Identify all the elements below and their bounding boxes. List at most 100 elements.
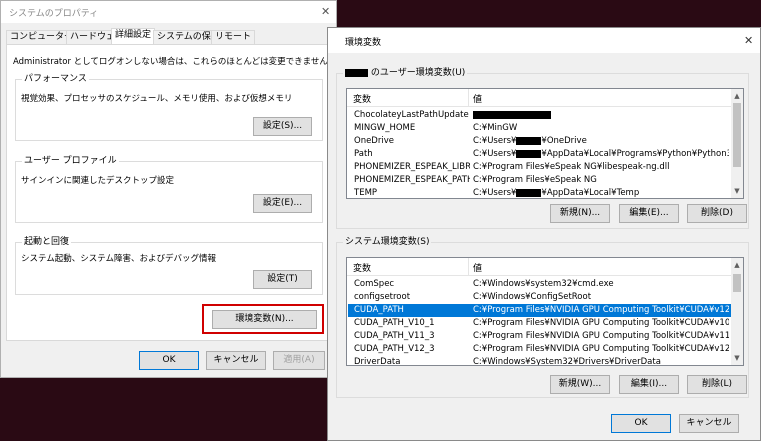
var-value: C:¥MinGW (473, 123, 518, 133)
system-edit-button[interactable]: 編集(I)... (619, 375, 679, 394)
performance-desc: 視覚効果、プロセッサのスケジュール、メモリ使用、および仮想メモリ (21, 94, 293, 104)
table-row[interactable]: CUDA_PATH_V11_3 C:¥Program Files¥NVIDIA G… (348, 330, 731, 343)
scroll-down-icon[interactable]: ▼ (731, 353, 743, 363)
list-header: 変数 値 (347, 258, 731, 276)
table-row[interactable]: TEMP C:¥Users¥ ¥AppData¥Local¥Temp (348, 187, 731, 198)
table-row[interactable]: CUDA_PATH_V10_1 C:¥Program Files¥NVIDIA G… (348, 317, 731, 330)
table-row[interactable]: PHONEMIZER_ESPEAK_LIBR... C:¥Program File… (348, 161, 731, 174)
title-bar: システムのプロパティ ✕ (1, 1, 336, 23)
var-name: CUDA_PATH_V10_1 (354, 318, 435, 328)
var-name: Path (354, 149, 373, 159)
column-header-value[interactable]: 値 (473, 92, 482, 105)
scroll-down-icon[interactable]: ▼ (731, 186, 743, 196)
table-row[interactable]: CUDA_PATH_V12_3 C:¥Program Files¥NVIDIA G… (348, 343, 731, 356)
column-header-variable[interactable]: 変数 (353, 92, 371, 105)
var-value: C:¥Windows¥ConfigSetRoot (473, 292, 592, 302)
var-name: PHONEMIZER_ESPEAK_LIBR... (354, 162, 470, 172)
performance-settings-button[interactable]: 設定(S)... (253, 117, 312, 136)
user-profile-group: ユーザー プロファイル サインインに関連したデスクトップ設定 設定(E)... (15, 155, 323, 223)
user-variables-group: のユーザー環境変数(U) 変数 値 ChocolateyLastPathUpda… (336, 67, 749, 229)
environment-variables-window: 環境変数 ✕ のユーザー環境変数(U) 変数 値 ChocolateyLastP… (327, 27, 761, 441)
close-icon[interactable]: ✕ (321, 5, 330, 18)
var-value: C:¥Program Files¥NVIDIA GPU Computing To… (473, 318, 729, 328)
env-title-bar: 環境変数 ✕ (328, 28, 760, 53)
system-variables-list[interactable]: 変数 値 ComSpec C:¥Windows¥system32¥cmd.exe … (346, 257, 744, 366)
scrollbar-thumb[interactable] (733, 274, 741, 292)
var-value: C:¥Windows¥System32¥Drivers¥DriverData (473, 357, 661, 366)
startup-recovery-title: 起動と回復 (22, 236, 72, 248)
user-edit-button[interactable]: 編集(E)... (619, 204, 679, 223)
scroll-up-icon[interactable]: ▲ (731, 260, 743, 270)
system-variables-title: システム環境変数(S) (343, 236, 432, 248)
table-row[interactable]: ChocolateyLastPathUpdate (348, 109, 731, 122)
performance-group: パフォーマンス 視覚効果、プロセッサのスケジュール、メモリ使用、および仮想メモリ… (15, 73, 323, 141)
table-row[interactable]: MINGW_HOME C:¥MinGW (348, 122, 731, 135)
redacted-username (516, 136, 542, 145)
redacted-username (345, 68, 368, 77)
vertical-scrollbar[interactable]: ▲ ▼ (731, 258, 743, 365)
var-value: C:¥Program Files¥NVIDIA GPU Computing To… (473, 331, 729, 341)
redacted-username (516, 188, 542, 197)
var-value: C:¥Program Files¥eSpeak NG¥libespeak-ng.… (473, 162, 670, 172)
var-value: C:¥Program Files¥NVIDIA GPU Computing To… (473, 305, 729, 315)
system-delete-button[interactable]: 削除(L) (687, 375, 747, 394)
env-cancel-button[interactable]: キャンセル (679, 414, 739, 433)
tab-remote[interactable]: リモート (211, 30, 256, 44)
startup-recovery-group: 起動と回復 システム起動、システム障害、およびデバッグ情報 設定(T) (15, 236, 323, 295)
system-new-button[interactable]: 新規(W)... (550, 375, 610, 394)
column-header-variable[interactable]: 変数 (353, 261, 371, 274)
var-name: PHONEMIZER_ESPEAK_PATH (354, 175, 470, 185)
table-row[interactable]: PHONEMIZER_ESPEAK_PATH C:¥Program Files¥e… (348, 174, 731, 187)
var-name: OneDrive (354, 136, 394, 146)
system-variables-group: システム環境変数(S) 変数 値 ComSpec C:¥Windows¥syste… (336, 236, 749, 398)
var-value: C:¥Windows¥system32¥cmd.exe (473, 279, 614, 289)
system-properties-window: システムのプロパティ ✕ コンピューター名 ハードウェア 詳細設定 システムの保… (0, 0, 337, 378)
env-window-title: 環境変数 (345, 38, 382, 48)
user-profile-title: ユーザー プロファイル (22, 155, 119, 167)
var-name: TEMP (354, 188, 378, 198)
list-header: 変数 値 (347, 89, 731, 107)
table-row[interactable]: Path C:¥Users¥ ¥AppData¥Local¥Programs¥Pyt… (348, 148, 731, 161)
env-ok-button[interactable]: OK (611, 414, 671, 433)
user-delete-button[interactable]: 削除(D) (687, 204, 747, 223)
user-new-button[interactable]: 新規(N)... (550, 204, 610, 223)
var-value: C:¥Users¥ ¥AppData¥Local¥Programs¥Python¥… (473, 149, 729, 159)
env-close-icon[interactable]: ✕ (744, 34, 753, 47)
table-row[interactable]: OneDrive C:¥Users¥ ¥OneDrive (348, 135, 731, 148)
table-row-selected[interactable]: CUDA_PATH C:¥Program Files¥NVIDIA GPU Com… (348, 304, 731, 317)
user-variables-title: のユーザー環境変数(U) (370, 68, 466, 78)
var-name: DriverData (354, 357, 401, 366)
table-row[interactable]: configsetroot C:¥Windows¥ConfigSetRoot (348, 291, 731, 304)
var-name: CUDA_PATH (354, 305, 404, 315)
var-value: C:¥Users¥ ¥AppData¥Local¥Temp (473, 188, 640, 198)
user-profile-desc: サインインに関連したデスクトップ設定 (21, 176, 175, 186)
vertical-scrollbar[interactable]: ▲ ▼ (731, 89, 743, 198)
table-row[interactable]: ComSpec C:¥Windows¥system32¥cmd.exe (348, 278, 731, 291)
tab-advanced[interactable]: 詳細設定 (111, 28, 156, 45)
scrollbar-thumb[interactable] (733, 103, 741, 167)
performance-title: パフォーマンス (22, 73, 89, 85)
user-variables-list[interactable]: 変数 値 ChocolateyLastPathUpdate MINGW_HOME… (346, 88, 744, 199)
scroll-up-icon[interactable]: ▲ (731, 91, 743, 101)
startup-recovery-desc: システム起動、システム障害、およびデバッグ情報 (21, 254, 216, 264)
var-name: MINGW_HOME (354, 123, 416, 133)
var-value: C:¥Users¥ ¥OneDrive (473, 136, 587, 146)
column-header-value[interactable]: 値 (473, 261, 482, 274)
var-name: configsetroot (354, 292, 411, 302)
table-row[interactable]: DriverData C:¥Windows¥System32¥Drivers¥Dr… (348, 356, 731, 366)
admin-note: Administrator としてログオンしない場合は、これらのほとんどは変更で… (13, 57, 337, 67)
column-separator (468, 89, 469, 106)
cancel-button[interactable]: キャンセル (206, 351, 266, 370)
var-name: CUDA_PATH_V12_3 (354, 344, 435, 354)
column-separator (468, 258, 469, 275)
ok-button[interactable]: OK (139, 351, 199, 370)
var-value: C:¥Program Files¥eSpeak NG (473, 175, 597, 185)
var-name: ChocolateyLastPathUpdate (354, 110, 469, 120)
var-name: CUDA_PATH_V11_3 (354, 331, 435, 341)
startup-recovery-settings-button[interactable]: 設定(T) (253, 270, 312, 289)
var-value: C:¥Program Files¥NVIDIA GPU Computing To… (473, 344, 729, 354)
apply-button[interactable]: 適用(A) (273, 351, 325, 370)
var-name: ComSpec (354, 279, 395, 289)
user-profile-settings-button[interactable]: 設定(E)... (253, 194, 312, 213)
environment-variables-button[interactable]: 環境変数(N)... (212, 310, 317, 329)
